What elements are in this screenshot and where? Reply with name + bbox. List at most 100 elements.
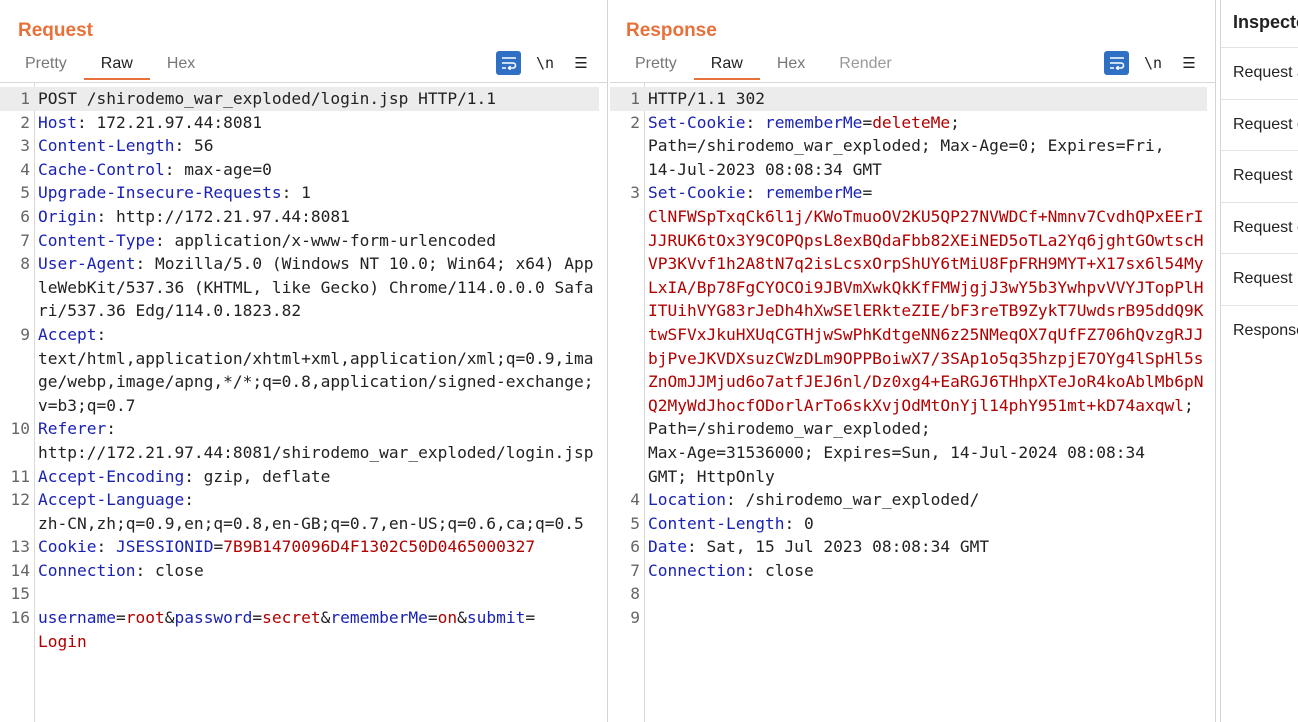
- line-number: 3: [20, 136, 30, 156]
- response-tab-raw[interactable]: Raw: [693, 52, 760, 80]
- header-name: rememberMe: [764, 183, 863, 203]
- header-name: Content-Length: [648, 513, 785, 533]
- code-line: 3 Content-Length: 56: [0, 134, 599, 158]
- header-name: Set-Cookie: [648, 183, 746, 203]
- request-pane: Request Pretty Raw Hex \n ☰ 1 POST /shiro…: [0, 0, 608, 722]
- word-wrap-icon[interactable]: [1104, 51, 1129, 75]
- text-segment: : max-age=0: [164, 159, 272, 179]
- code-line: 15: [0, 582, 599, 606]
- request-tab-raw[interactable]: Raw: [83, 52, 150, 80]
- inspector-item-request-query[interactable]: Request query parameters: [1221, 98, 1298, 151]
- param-value: deleteMe: [872, 112, 951, 132]
- inspector-item-response-headers[interactable]: Response headers: [1221, 304, 1298, 357]
- inspector-item-request-attributes[interactable]: Request attributes: [1221, 47, 1298, 99]
- line-text: Connection: close: [640, 559, 1207, 583]
- menu-icon[interactable]: ☰: [1177, 51, 1201, 75]
- text-segment: =: [862, 183, 873, 203]
- line-number: 5: [630, 513, 640, 533]
- newline-toggle-button[interactable]: \n: [1141, 51, 1165, 75]
- inspector-title: Inspector: [1233, 12, 1298, 32]
- header-name: Connection: [38, 560, 136, 580]
- code-line: 8: [610, 582, 1207, 606]
- line-text: Set-Cookie: rememberMe= ClNFWSpTxqCk6l1j…: [640, 181, 1207, 488]
- code-line: 2 Set-Cookie: rememberMe=deleteMe; Path=/…: [610, 111, 1207, 182]
- request-tab-pretty[interactable]: Pretty: [8, 52, 84, 80]
- line-number: 2: [20, 112, 30, 132]
- header-name: Content-Length: [38, 136, 175, 156]
- line-text: [640, 582, 1207, 606]
- param-value: 7B9B1470096D4F1302C50D0465000327: [223, 537, 536, 557]
- line-number: 7: [630, 560, 640, 580]
- code-line: 6 Origin: http://172.21.97.44:8081: [0, 205, 599, 229]
- response-tab-hex[interactable]: Hex: [760, 52, 822, 80]
- code-line: 1 HTTP/1.1 302: [610, 87, 1207, 111]
- response-tab-render[interactable]: Render: [822, 52, 908, 80]
- param-value: Login: [38, 631, 87, 651]
- line-text: username=root&password=secret&rememberMe…: [30, 606, 599, 653]
- header-name: Location: [648, 490, 726, 510]
- code-line: 12 Accept-Language: zh-CN,zh;q=0.9,en;q=0…: [0, 488, 599, 535]
- code-line: 9: [610, 606, 1207, 630]
- text-segment: :: [745, 112, 765, 132]
- line-number: 8: [630, 584, 640, 604]
- header-name: JSESSIONID: [115, 537, 214, 557]
- newline-toggle-button[interactable]: \n: [533, 51, 557, 75]
- code-line: 14 Connection: close: [0, 559, 599, 583]
- text-segment: [648, 584, 658, 603]
- code-line: 1 POST /shirodemo_war_exploded/login.jsp …: [0, 87, 599, 111]
- line-text: POST /shirodemo_war_exploded/login.jsp H…: [30, 87, 599, 111]
- text-segment: &: [320, 608, 331, 628]
- request-toolbar: \n ☰: [496, 51, 593, 75]
- code-line: 11 Accept-Encoding: gzip, deflate: [0, 465, 599, 489]
- word-wrap-icon[interactable]: [496, 51, 521, 75]
- text-segment: :: [745, 183, 765, 203]
- request-tabs: Pretty Raw Hex: [8, 52, 212, 80]
- line-text: Cookie: JSESSIONID=7B9B1470096D4F1302C50…: [30, 535, 599, 559]
- line-number: 1: [20, 89, 30, 108]
- param-value: root: [125, 608, 165, 628]
- line-number: 6: [630, 537, 640, 557]
- header-name: Accept: [38, 324, 97, 344]
- request-tab-hex[interactable]: Hex: [150, 52, 212, 80]
- header-name: username: [38, 608, 116, 628]
- inspector-item-request-headers[interactable]: Request headers: [1221, 253, 1298, 305]
- request-lines: 1 POST /shirodemo_war_exploded/login.jsp …: [0, 87, 599, 653]
- text-segment: HTTP/1.1 302: [648, 89, 765, 108]
- header-name: Cookie: [38, 537, 97, 557]
- header-name: User-Agent: [38, 254, 136, 274]
- text-segment: POST /shirodemo_war_exploded/login.jsp H…: [38, 89, 497, 108]
- code-line: 8 User-Agent: Mozilla/5.0 (Windows NT 10.…: [0, 252, 599, 323]
- line-text: [30, 582, 599, 606]
- code-line: 10 Referer: http://172.21.97.44:8081/shir…: [0, 417, 599, 464]
- response-pane: Response Pretty Raw Hex Render \n ☰ 1 HTT…: [610, 0, 1216, 722]
- param-value: ClNFWSpTxqCk6l1j/KWoTmuoOV2KU5QP27NVWDCf…: [648, 206, 1204, 415]
- code-line: 9 Accept: text/html,application/xhtml+xml…: [0, 323, 599, 417]
- line-number: 9: [630, 608, 640, 628]
- text-segment: : 172.21.97.44:8081: [76, 112, 263, 132]
- inspector-item-request-cookies[interactable]: Request cookies: [1221, 201, 1298, 254]
- line-text: Accept: text/html,application/xhtml+xml,…: [30, 323, 599, 417]
- line-text: Content-Length: 56: [30, 134, 599, 158]
- code-line: 7 Content-Type: application/x-www-form-ur…: [0, 229, 599, 253]
- text-segment: :: [96, 537, 116, 557]
- menu-icon[interactable]: ☰: [569, 51, 593, 75]
- text-segment: =: [862, 112, 873, 132]
- line-number: 7: [20, 230, 30, 250]
- code-line: 16 username=root&password=secret&remember…: [0, 606, 599, 653]
- code-line: 4 Cache-Control: max-age=0: [0, 158, 599, 182]
- inspector-item-request-body[interactable]: Request body parameters: [1221, 150, 1298, 202]
- response-editor[interactable]: 1 HTTP/1.1 302 2 Set-Cookie: rememberMe=del…: [610, 82, 1215, 722]
- line-number: 9: [20, 324, 30, 344]
- header-name: Cache-Control: [38, 159, 165, 179]
- header-name: Accept-Encoding: [38, 466, 185, 486]
- response-tab-pretty[interactable]: Pretty: [618, 52, 694, 80]
- line-text: Location: /shirodemo_war_exploded/: [640, 488, 1207, 512]
- line-number: 4: [20, 159, 30, 179]
- text-segment: : close: [135, 560, 204, 580]
- line-text: Content-Type: application/x-www-form-url…: [30, 229, 599, 253]
- header-name: Host: [38, 112, 77, 132]
- request-editor[interactable]: 1 POST /shirodemo_war_exploded/login.jsp …: [0, 82, 607, 722]
- line-text: Upgrade-Insecure-Requests: 1: [30, 181, 599, 205]
- response-tabs: Pretty Raw Hex Render: [618, 52, 909, 80]
- line-number: 10: [10, 419, 31, 439]
